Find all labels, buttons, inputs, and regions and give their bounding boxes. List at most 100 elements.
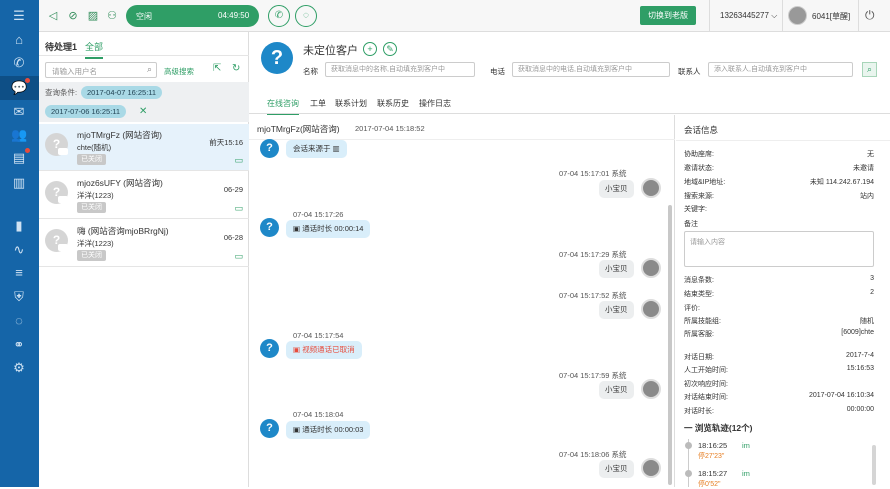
edit-icon[interactable]: ✎: [383, 42, 397, 56]
conversation-agent: 洋洋(1223): [77, 191, 114, 200]
tab-ticket[interactable]: 工单: [310, 98, 326, 109]
message-text: 通话时长 00:00:03: [302, 425, 364, 434]
switch-old-version-button[interactable]: 切换到老版: [640, 6, 696, 25]
tab-operation-log[interactable]: 操作日志: [419, 98, 451, 109]
trajectory-source[interactable]: im: [742, 469, 750, 478]
conversation-name: mjoTMrgFz (网站咨询): [77, 130, 162, 140]
sidebar: ☰ ⌂ ✆ 💬 ✉ 👥 ▤ ▥ ▮ ∿ ≡ ⛨ ◌ ⚭ ⚙: [0, 0, 39, 487]
phone-label: 电话: [490, 67, 505, 76]
info-value: 未邀请: [853, 165, 874, 172]
phone-icon[interactable]: ✆: [11, 55, 27, 71]
volume-icon[interactable]: ◁: [46, 9, 60, 23]
agent-avatar: [641, 379, 661, 399]
tab-pending[interactable]: 待处理1: [45, 40, 77, 53]
trajectory-source[interactable]: im: [742, 441, 750, 450]
contact-field[interactable]: 添入联系人,自动填充到客户中: [708, 62, 853, 77]
info-value: 15:16:53: [846, 365, 874, 372]
customer-avatar-icon: ?: [45, 229, 68, 252]
list-item[interactable]: ? mjoz6sUFY (网站咨询) 洋洋(1223) 已关闭 06-29 ▭: [39, 172, 249, 219]
video-icon[interactable]: ▭: [234, 203, 243, 214]
customer-avatar-icon: ?: [260, 339, 279, 358]
call-button[interactable]: ✆: [268, 5, 290, 27]
add-icon[interactable]: +: [363, 42, 377, 56]
tickets-icon[interactable]: ▤: [11, 150, 27, 166]
video-icon[interactable]: ▭: [234, 155, 243, 166]
message-icon[interactable]: ◌: [11, 313, 27, 329]
tab-online-consult[interactable]: 在线咨询: [267, 98, 299, 116]
divider: [709, 0, 710, 32]
info-key: 所属技能组:: [684, 318, 721, 325]
list-item[interactable]: ? 嗨 (网站咨询mjoBRrgNj) 洋洋(1223) 已关闭 06-28 ▭: [39, 220, 249, 267]
agent-avatar: [641, 178, 661, 198]
session-info-panel: 会话信息 协助座席: 无 邀请状态: 未邀请 地域&IP地址: 未知 114.2…: [676, 115, 890, 488]
filter-label: 查询条件:: [45, 88, 78, 97]
tab-contact-plan[interactable]: 联系计划: [335, 98, 367, 109]
conversation-name: mjoz6sUFY (网站咨询): [77, 178, 163, 188]
status-toggle[interactable]: 空闲 04:49:50: [126, 5, 259, 27]
search-icon[interactable]: ⌕: [147, 64, 152, 75]
refresh-icon[interactable]: ↻: [232, 63, 240, 74]
export-icon[interactable]: ⇱: [213, 63, 221, 74]
statistics-icon[interactable]: ▮: [11, 218, 27, 234]
clear-filter-icon[interactable]: ✕: [139, 106, 147, 117]
mail-icon[interactable]: ✉: [11, 104, 27, 120]
chat-icon[interactable]: 💬: [0, 76, 39, 100]
info-key: 关键字:: [684, 206, 707, 213]
name-field[interactable]: 获取消息中的名称,自动填充到客户中: [325, 62, 475, 77]
info-key: 结束类型:: [684, 291, 714, 298]
shield-icon[interactable]: ⛨: [11, 289, 27, 305]
filter-area: 查询条件: 2017-04-07 16:25:11 2017-07-06 16:…: [39, 82, 249, 122]
customer-header: ? 未定位客户 + ✎ 名称 获取消息中的名称,自动填充到客户中 电话 获取消息…: [249, 32, 890, 90]
mute-icon[interactable]: ⊘: [66, 9, 80, 23]
no-image-icon[interactable]: ▨: [86, 9, 100, 23]
tab-all[interactable]: 全部: [85, 40, 104, 59]
conversation-panel: 待处理1 全部 请输入用户名 ⌕ 高级搜索 ⇱ ↻ 查询条件: 2017-04-…: [39, 32, 249, 487]
chat-time: 2017-07-04 15:18:52: [355, 124, 425, 133]
call-record-icon: ▣: [293, 224, 301, 233]
info-value: 无: [867, 151, 874, 158]
info-value: 2017-07-04 16:10:34: [809, 392, 874, 399]
settings-gear-icon[interactable]: ⚙: [11, 360, 27, 376]
power-icon[interactable]: ⏻: [865, 8, 875, 23]
video-icon[interactable]: ▭: [234, 251, 243, 262]
customer-avatar-icon: ?: [45, 181, 68, 204]
divider: [858, 0, 859, 32]
notification-dot: [25, 148, 30, 153]
report-icon[interactable]: ≡: [11, 265, 27, 281]
link-icon[interactable]: ⚭: [11, 337, 27, 353]
phone-select[interactable]: 13263445277 ⌵: [720, 11, 777, 21]
tab-contact-history[interactable]: 联系历史: [377, 98, 409, 109]
note-label: 备注: [684, 221, 698, 228]
browse-trajectory-title[interactable]: 一 浏览轨迹(12个): [684, 422, 752, 434]
message-bubble: ▣ 视频通话已取消: [286, 341, 362, 359]
knowledge-book-icon[interactable]: ▥: [11, 175, 27, 191]
message-time: 07-04 15:17:01 系统: [559, 169, 627, 178]
team-icon[interactable]: ⚇: [105, 9, 119, 23]
date-end-tag[interactable]: 2017-07-06 16:25:11: [45, 105, 127, 118]
note-field[interactable]: 请输入内容: [684, 231, 874, 267]
search-input[interactable]: 请输入用户名 ⌕: [45, 62, 157, 78]
contacts-icon[interactable]: 👥: [11, 127, 27, 143]
advanced-search-link[interactable]: 高级搜索: [164, 66, 194, 77]
list-item[interactable]: ? mjoTMrgFz (网站咨询) chte(随机) 已关闭 前天15:16 …: [39, 124, 249, 171]
date-start-tag[interactable]: 2017-04-07 16:25:11: [81, 86, 163, 99]
avatar[interactable]: [788, 6, 807, 25]
logo-icon[interactable]: ☰: [11, 8, 27, 24]
info-key: 对话结束时间:: [684, 394, 728, 401]
user-name[interactable]: 6041[草醒]: [812, 11, 850, 22]
phone-field[interactable]: 获取消息中的电话,自动填充到客户中: [512, 62, 670, 77]
info-value: 站内: [860, 193, 874, 200]
chat-customer-name: mjoTMrgFz(网站咨询): [257, 124, 340, 134]
status-badge: 已关闭: [77, 250, 106, 261]
info-scrollbar[interactable]: [872, 445, 876, 485]
home-icon[interactable]: ⌂: [11, 32, 27, 48]
chat-scrollbar[interactable]: [668, 205, 672, 485]
message-time: 07-04 15:17:26: [293, 210, 344, 219]
divider: [676, 140, 890, 141]
status-label: 空闲: [136, 12, 152, 21]
divider: [39, 55, 249, 56]
search-icon[interactable]: ⌕: [862, 62, 877, 77]
chat-bubble-button[interactable]: ◌: [295, 5, 317, 27]
monitor-icon[interactable]: ∿: [11, 242, 27, 258]
chat-header: mjoTMrgFz(网站咨询) 2017-07-04 15:18:52: [249, 115, 675, 140]
